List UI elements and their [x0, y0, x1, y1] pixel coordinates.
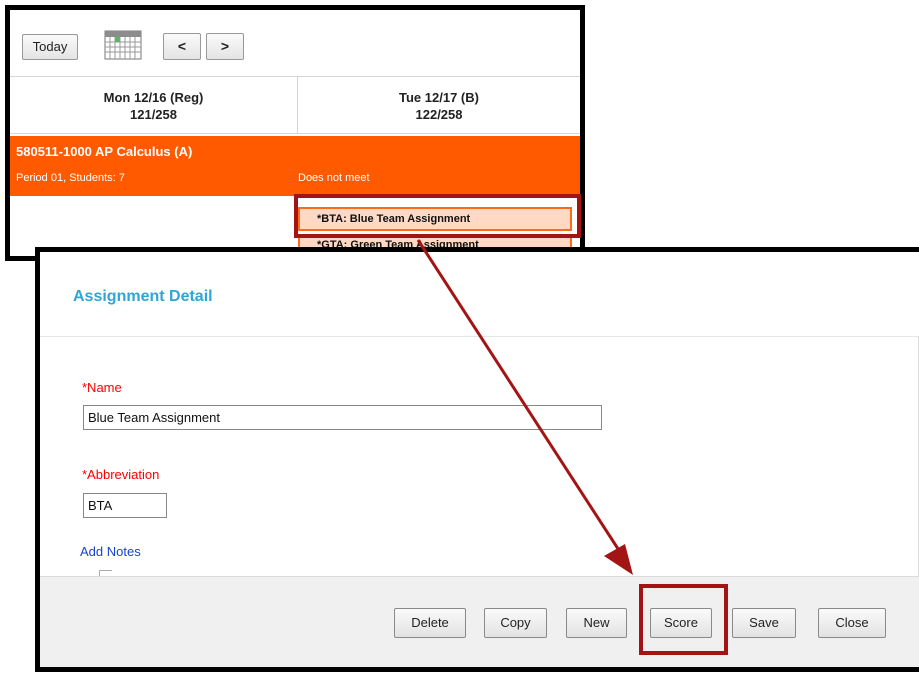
day-name: Tue 12/17 (B)	[399, 90, 479, 105]
day-column-monday: Mon 12/16 (Reg) 121/258	[10, 77, 298, 133]
assignment-detail-dialog: Assignment Detail *Name *Abbreviation Ad…	[35, 247, 919, 672]
day-count: 122/258	[415, 107, 463, 122]
name-label: *Name	[82, 380, 122, 395]
name-input[interactable]	[83, 405, 602, 430]
calendar-grid-icon[interactable]	[104, 30, 142, 60]
highlight-box-assignment	[294, 194, 581, 238]
day-column-tuesday: Tue 12/17 (B) 122/258	[298, 77, 580, 133]
edge-marker	[581, 34, 585, 56]
previous-day-button[interactable]: <	[163, 33, 201, 60]
day-header-row: Mon 12/16 (Reg) 121/258 Tue 12/17 (B) 12…	[10, 76, 580, 134]
abbreviation-input[interactable]	[83, 493, 167, 518]
add-notes-link[interactable]: Add Notes	[80, 544, 141, 559]
dialog-divider	[40, 336, 919, 337]
highlight-box-score	[639, 584, 728, 655]
course-row[interactable]: 580511-1000 AP Calculus (A) Period 01, S…	[10, 136, 580, 196]
dialog-title: Assignment Detail	[73, 288, 213, 305]
save-button[interactable]: Save	[732, 608, 796, 638]
today-button[interactable]: Today	[22, 34, 78, 60]
dialog-footer: Delete Copy New Score Save Close	[40, 576, 919, 667]
next-day-button[interactable]: >	[206, 33, 244, 60]
course-title[interactable]: 580511-1000 AP Calculus (A)	[16, 144, 192, 159]
does-not-meet-note: Does not meet	[298, 172, 370, 184]
delete-button[interactable]: Delete	[394, 608, 466, 638]
course-subtitle: Period 01, Students: 7	[16, 172, 125, 184]
abbreviation-label: *Abbreviation	[82, 467, 160, 482]
close-button[interactable]: Close	[818, 608, 886, 638]
new-button[interactable]: New	[566, 608, 627, 638]
day-count: 121/258	[130, 107, 177, 122]
copy-button[interactable]: Copy	[484, 608, 547, 638]
day-name: Mon 12/16 (Reg)	[103, 90, 204, 105]
